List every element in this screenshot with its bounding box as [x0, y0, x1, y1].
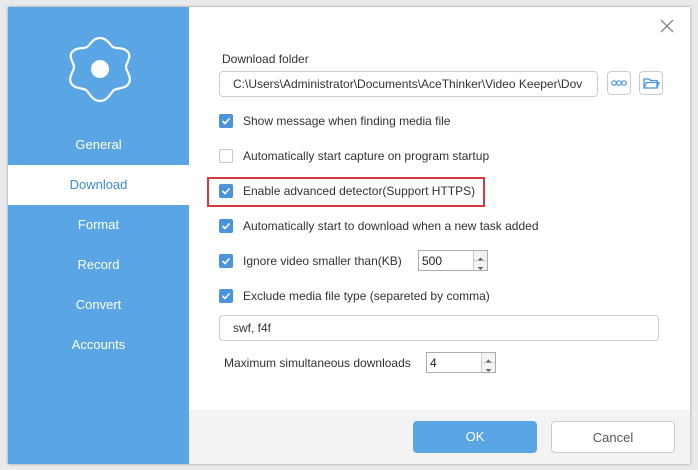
- decrement-button[interactable]: [482, 362, 495, 372]
- increment-button[interactable]: [482, 353, 495, 363]
- stepper-arrows: [481, 353, 495, 372]
- ignore-size-stepper[interactable]: 500: [418, 250, 488, 271]
- download-folder-label: Download folder: [222, 52, 309, 66]
- exclude-types-label: Exclude media file type (separeted by co…: [243, 289, 490, 303]
- sidebar: General Download Format Record Convert A…: [8, 7, 189, 464]
- exclude-types-checkbox[interactable]: [219, 289, 233, 303]
- advanced-detector-checkbox[interactable]: [219, 184, 233, 198]
- auto-capture-checkbox[interactable]: [219, 149, 233, 163]
- checkmark-icon: [221, 292, 231, 300]
- more-options-button[interactable]: [607, 71, 631, 95]
- ok-button[interactable]: OK: [413, 421, 537, 453]
- close-icon[interactable]: [658, 17, 676, 35]
- show-message-checkbox[interactable]: [219, 114, 233, 128]
- auto-download-label: Automatically start to download when a n…: [243, 219, 539, 233]
- ignore-small-label: Ignore video smaller than(KB): [243, 254, 402, 268]
- sidebar-item-record[interactable]: Record: [8, 245, 189, 285]
- sidebar-item-download[interactable]: Download: [8, 165, 189, 205]
- show-message-label: Show message when finding media file: [243, 114, 451, 128]
- download-folder-input[interactable]: C:\Users\Administrator\Documents\AceThin…: [219, 71, 598, 97]
- open-folder-button[interactable]: [639, 71, 663, 95]
- chevron-down-icon: [485, 368, 492, 372]
- decrement-button[interactable]: [474, 260, 487, 270]
- sidebar-item-format[interactable]: Format: [8, 205, 189, 245]
- auto-capture-label: Automatically start capture on program s…: [243, 149, 490, 163]
- max-downloads-stepper[interactable]: 4: [426, 352, 496, 373]
- checkmark-icon: [221, 187, 231, 195]
- increment-button[interactable]: [474, 251, 487, 261]
- stepper-arrows: [473, 251, 487, 270]
- exclude-types-input[interactable]: swf, f4f: [219, 315, 659, 341]
- sidebar-item-convert[interactable]: Convert: [8, 285, 189, 325]
- checkmark-icon: [221, 222, 231, 230]
- max-downloads-value[interactable]: 4: [430, 356, 437, 370]
- app-logo-icon: [69, 36, 131, 103]
- ignore-small-checkbox[interactable]: [219, 254, 233, 268]
- ignore-size-value[interactable]: 500: [422, 254, 442, 268]
- cancel-button[interactable]: Cancel: [551, 421, 675, 453]
- sidebar-item-general[interactable]: General: [8, 125, 189, 165]
- max-downloads-label: Maximum simultaneous downloads: [224, 356, 411, 370]
- sidebar-item-accounts[interactable]: Accounts: [8, 325, 189, 365]
- chevron-down-icon: [477, 266, 484, 270]
- folder-icon: [643, 78, 660, 89]
- checkmark-icon: [221, 117, 231, 125]
- checkmark-icon: [221, 257, 231, 265]
- auto-download-checkbox[interactable]: [219, 219, 233, 233]
- settings-window: General Download Format Record Convert A…: [8, 7, 690, 464]
- ellipsis-icon: [611, 80, 627, 86]
- advanced-detector-label: Enable advanced detector(Support HTTPS): [243, 184, 476, 198]
- dialog-footer: OK Cancel: [189, 410, 690, 464]
